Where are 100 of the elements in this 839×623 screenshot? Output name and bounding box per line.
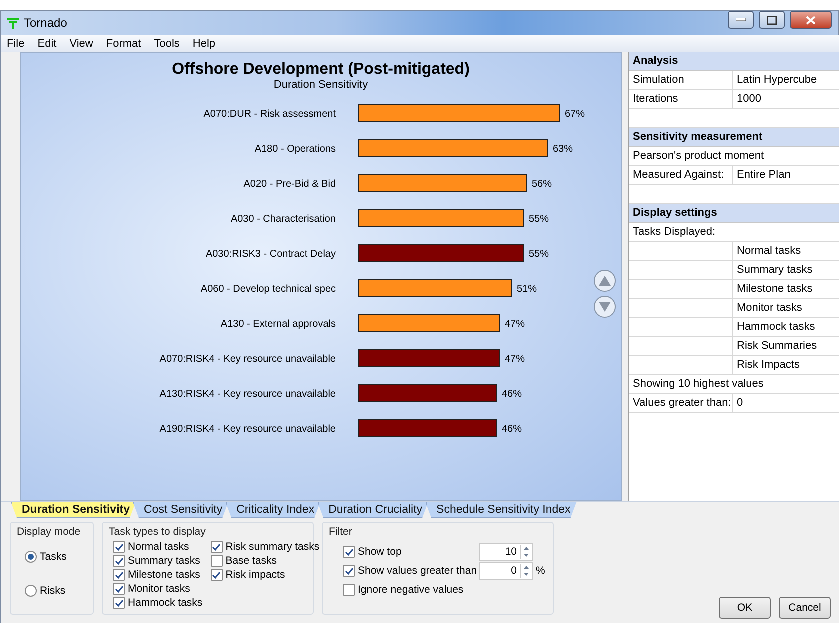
tab[interactable]: Cost Sensitivity <box>133 502 229 518</box>
checkbox[interactable] <box>210 541 223 553</box>
group-title: Filter <box>329 526 354 538</box>
property-label: Showing 10 highest values <box>632 377 765 392</box>
option-label: Tasks <box>40 551 67 563</box>
checkbox[interactable] <box>210 569 223 581</box>
menu-item[interactable]: Format <box>106 38 142 50</box>
menu-item[interactable]: File <box>7 38 25 50</box>
property-value: Risk Summaries <box>736 339 818 354</box>
checkbox[interactable] <box>210 555 223 567</box>
category-label: A030 - Characterisation <box>230 214 336 225</box>
category-label: A190:RISK4 - Key resource unavailable <box>160 424 336 435</box>
unit-label: % <box>536 565 546 577</box>
group-title: Task types to display <box>109 526 207 538</box>
check-icon <box>212 570 222 580</box>
scroll-up-button[interactable] <box>594 270 616 292</box>
close-button[interactable] <box>790 11 832 29</box>
menu-item[interactable]: View <box>70 38 94 50</box>
check-icon <box>212 542 222 552</box>
number-spinner[interactable]: 0 <box>479 562 533 580</box>
maximize-icon <box>767 16 777 24</box>
section-header: Sensitivity measurement <box>629 128 839 147</box>
option-label: Milestone tasks <box>128 569 200 581</box>
category-label: A060 - Develop technical spec <box>200 284 336 295</box>
check-icon <box>344 566 354 576</box>
checkbox[interactable] <box>113 583 125 595</box>
option-label: Base tasks <box>226 555 278 567</box>
tab[interactable]: Schedule Sensitivity Index <box>426 502 577 518</box>
property-label: Iterations <box>629 90 733 108</box>
property-value: Normal tasks <box>736 244 802 259</box>
property-value: Hammock tasks <box>736 320 816 335</box>
property-value: Risk Impacts <box>736 358 801 373</box>
radio-button[interactable] <box>25 585 37 597</box>
option-label: Show values greater than <box>358 565 478 577</box>
minimize-button[interactable] <box>728 11 754 29</box>
value-label: 47% <box>505 319 526 330</box>
property-label: Tasks Displayed: <box>632 225 717 240</box>
property-value: Summary tasks <box>736 263 814 278</box>
option-label: Risk summary tasks <box>226 541 320 553</box>
radio-button[interactable] <box>25 551 37 563</box>
value-label: 55% <box>529 249 550 260</box>
dialog-button[interactable]: OK <box>719 597 771 619</box>
option-label: Risks <box>40 585 66 597</box>
property-value: Latin Hypercube <box>736 73 818 88</box>
dialog-button[interactable]: Cancel <box>779 597 831 619</box>
scroll-down-button[interactable] <box>594 296 616 318</box>
menu-item[interactable]: Edit <box>38 38 57 50</box>
menu-item[interactable]: Tools <box>154 38 180 50</box>
value-label: 55% <box>529 214 550 225</box>
option-label: Normal tasks <box>128 541 190 553</box>
app-logo-icon <box>7 17 19 29</box>
tab[interactable]: Criticality Index <box>226 502 321 518</box>
value-label: 56% <box>532 179 552 190</box>
category-label: A070:RISK4 - Key resource unavailable <box>160 354 336 365</box>
value-label: 51% <box>517 284 538 295</box>
property-value: 1000 <box>736 92 762 107</box>
category-label: A020 - Pre-Bid & Bid <box>244 179 336 190</box>
category-label: A180 - Operations <box>254 144 336 155</box>
value-label: 46% <box>502 389 522 400</box>
option-label: Hammock tasks <box>128 597 203 609</box>
menu-item[interactable]: Help <box>192 38 216 50</box>
property-value: 0 <box>736 396 744 411</box>
tab[interactable]: Duration Cruciality <box>318 502 429 518</box>
checkbox[interactable] <box>343 565 355 577</box>
checkbox[interactable] <box>113 555 125 567</box>
checkbox[interactable] <box>343 546 355 558</box>
chart-subtitle: Duration Sensitivity <box>274 79 368 91</box>
checkbox[interactable] <box>113 569 125 581</box>
check-icon <box>344 548 354 556</box>
category-label: A130:RISK4 - Key resource unavailable <box>160 389 336 400</box>
minimize-icon <box>736 18 746 22</box>
maximize-button[interactable] <box>759 11 785 29</box>
spinner-arrows-icon <box>521 545 532 559</box>
window-title: Tornado <box>24 16 68 30</box>
number-spinner[interactable]: 10 <box>479 543 533 561</box>
property-label: Pearson's product moment <box>632 149 766 164</box>
option-label: Show top <box>358 546 402 558</box>
checkbox[interactable] <box>343 584 355 596</box>
value-label: 67% <box>565 109 586 120</box>
property-value: Monitor tasks <box>736 301 804 316</box>
tab[interactable]: Duration Sensitivity <box>11 502 136 518</box>
checkbox[interactable] <box>113 541 125 553</box>
option-label: Risk impacts <box>226 569 286 581</box>
radio-dot-icon <box>28 554 34 560</box>
property-value: Milestone tasks <box>736 282 814 297</box>
option-label: Monitor tasks <box>128 583 190 595</box>
chart-title: Offshore Development (Post-mitigated) <box>172 61 470 79</box>
section-header: Display settings <box>629 204 839 223</box>
checkbox[interactable] <box>113 597 125 609</box>
value-label: 46% <box>502 424 522 435</box>
property-label: Values greater than: <box>629 394 733 412</box>
property-label: Measured Against: <box>629 166 733 184</box>
group-title: Display mode <box>17 526 82 538</box>
category-label: A130 - External approvals <box>220 319 336 330</box>
category-label: A030:RISK3 - Contract Delay <box>206 249 336 260</box>
property-value: Entire Plan <box>736 168 792 183</box>
value-label: 47% <box>505 354 526 365</box>
option-label: Summary tasks <box>128 555 200 567</box>
value-label: 63% <box>553 144 574 155</box>
down-arrow-icon <box>599 302 611 312</box>
